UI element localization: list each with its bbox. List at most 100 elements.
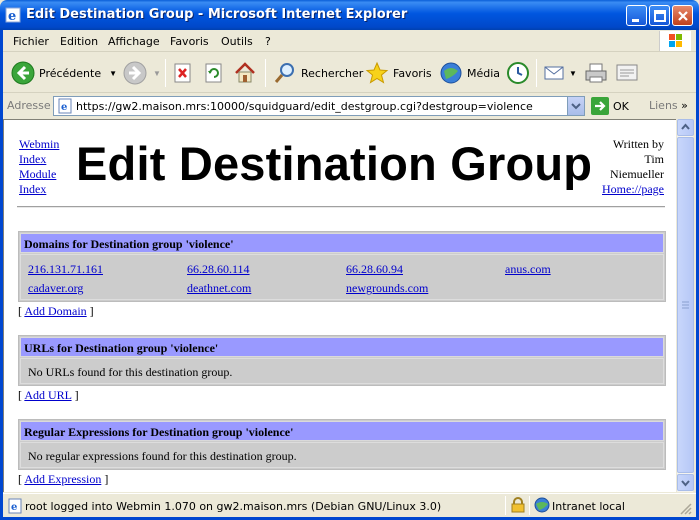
menu-fichier[interactable]: Fichier (13, 35, 49, 48)
maximize-button[interactable] (649, 5, 670, 26)
svg-text:e: e (11, 502, 17, 513)
scroll-up-button[interactable] (677, 119, 694, 136)
forward-arrow-icon (123, 61, 147, 85)
add-domain-link[interactable]: Add Domain (24, 304, 86, 318)
domain-link[interactable]: cadaver.org (28, 281, 83, 296)
edit-page-icon (616, 64, 638, 81)
domain-link[interactable]: 216.131.71.161 (28, 262, 103, 277)
search-label: Rechercher (301, 66, 364, 80)
author-line: Written by (612, 137, 664, 151)
lock-icon (511, 497, 525, 513)
urls-empty-message: No URLs found for this destination group… (20, 358, 664, 384)
home-icon (235, 62, 255, 83)
windows-logo-icon (659, 31, 691, 51)
status-divider (529, 496, 530, 515)
address-dropdown-button[interactable] (567, 97, 584, 115)
add-domain-row: [ Add Domain ] (18, 304, 94, 318)
menu-edition[interactable]: Edition (60, 35, 98, 48)
domain-link[interactable]: 66.28.60.94 (346, 262, 403, 277)
media-label: Média (467, 66, 501, 80)
address-bar: Adresse e https://gw2.maison.mrs:10000/s… (3, 94, 696, 118)
status-bar: e root logged into Webmin 1.070 on gw2.m… (3, 493, 696, 517)
forward-button[interactable]: ▼ (123, 59, 161, 87)
menu-bar: Fichier Edition Affichage Favoris Outils… (3, 30, 696, 52)
favorites-label: Favoris (393, 66, 432, 80)
mail-icon (544, 66, 564, 80)
author-home-link[interactable]: Home://page (602, 182, 664, 196)
stop-icon (174, 63, 191, 83)
urls-section: URLs for Destination group 'violence' No… (18, 335, 666, 386)
regex-empty-message: No regular expressions found for this de… (20, 442, 664, 468)
menu-outils[interactable]: Outils (221, 35, 253, 48)
chevron-up-icon (681, 123, 690, 130)
search-button[interactable]: Rechercher (273, 59, 363, 87)
stop-button[interactable] (173, 59, 193, 87)
window-title: Edit Destination Group - Microsoft Inter… (26, 7, 408, 22)
search-icon (274, 63, 294, 83)
history-button[interactable] (506, 59, 530, 87)
author-info: Written by Tim Niemueller Home://page (602, 137, 664, 197)
ie-icon: e (5, 7, 21, 23)
back-arrow-icon (11, 61, 35, 85)
page-icon: e (58, 98, 72, 114)
go-label: OK (613, 99, 629, 113)
minimize-button[interactable] (626, 5, 647, 26)
print-button[interactable] (584, 59, 608, 87)
regex-header: Regular Expressions for Destination grou… (20, 421, 664, 441)
home-button[interactable] (233, 59, 257, 87)
resize-grip-icon[interactable] (679, 502, 693, 516)
add-expression-row: [ Add Expression ] (18, 472, 109, 486)
domains-header: Domains for Destination group 'violence' (20, 233, 664, 253)
page-title: Edit Destination Group (76, 137, 593, 190)
refresh-button[interactable] (204, 59, 224, 87)
toolbar-separator (265, 59, 266, 87)
author-line: Niemueller (610, 167, 664, 181)
domain-link[interactable]: newgrounds.com (346, 281, 428, 296)
refresh-icon (205, 63, 222, 83)
svg-text:e: e (61, 102, 67, 113)
edit-button[interactable] (615, 59, 639, 87)
divider (17, 206, 665, 208)
status-text: root logged into Webmin 1.070 on gw2.mai… (25, 500, 442, 513)
page-status-icon: e (8, 498, 22, 514)
address-input[interactable]: e https://gw2.maison.mrs:10000/squidguar… (53, 96, 585, 116)
status-divider (505, 496, 506, 515)
back-label: Précédente (39, 66, 102, 80)
scroll-thumb[interactable] (677, 137, 694, 473)
favorites-button[interactable]: Favoris (365, 59, 432, 87)
domain-link[interactable]: 66.28.60.114 (187, 262, 250, 277)
domain-link[interactable]: deathnet.com (187, 281, 251, 296)
address-url: https://gw2.maison.mrs:10000/squidguard/… (76, 100, 533, 113)
zone-label: Intranet local (552, 500, 625, 513)
history-icon (507, 62, 529, 84)
domain-link[interactable]: anus.com (505, 262, 551, 277)
media-icon (440, 62, 462, 84)
close-button[interactable] (672, 5, 693, 26)
intranet-zone-icon (534, 497, 550, 513)
links-toolbar[interactable]: Liens » (649, 99, 688, 112)
vertical-scrollbar[interactable] (676, 119, 694, 492)
go-button[interactable]: OK (591, 97, 629, 115)
chevron-down-icon (681, 480, 690, 487)
add-expression-link[interactable]: Add Expression (24, 472, 101, 486)
regex-section: Regular Expressions for Destination grou… (18, 419, 666, 470)
webmin-index-link[interactable]: Webmin Index (19, 137, 59, 167)
links-label: Liens (649, 99, 678, 112)
toolbar: Précédente ▼ ▼ Rechercher Favoris Média … (3, 53, 696, 93)
add-url-link[interactable]: Add URL (24, 388, 71, 402)
menu-help[interactable]: ? (265, 35, 271, 48)
media-button[interactable]: Média (439, 59, 500, 87)
domains-list: 216.131.71.161 66.28.60.114 66.28.60.94 … (20, 254, 664, 300)
back-button[interactable]: Précédente ▼ (11, 59, 117, 87)
header-nav: Webmin Index Module Index (19, 137, 59, 197)
module-index-link[interactable]: Module Index (19, 167, 59, 197)
author-line: Tim (644, 152, 664, 166)
page-content: Webmin Index Module Index Edit Destination… (3, 119, 676, 492)
menu-favoris[interactable]: Favoris (170, 35, 209, 48)
menu-affichage[interactable]: Affichage (108, 35, 160, 48)
scroll-down-button[interactable] (677, 474, 694, 491)
mail-button[interactable]: ▼ (543, 59, 577, 87)
star-icon (365, 61, 389, 84)
title-bar: e Edit Destination Group - Microsoft Int… (0, 0, 699, 30)
toolbar-separator (165, 59, 166, 87)
